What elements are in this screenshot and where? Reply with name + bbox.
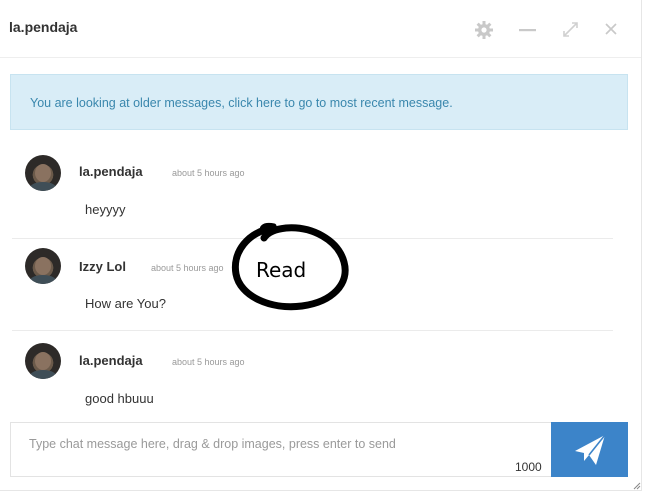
expand-icon[interactable] <box>561 21 581 44</box>
message-divider <box>12 330 613 331</box>
avatar[interactable] <box>25 155 61 191</box>
minimize-icon[interactable] <box>518 21 538 44</box>
avatar-face <box>35 352 51 370</box>
message-author[interactable]: la.pendaja <box>79 164 143 179</box>
message-time: about 5 hours ago <box>172 168 245 178</box>
avatar-face <box>35 164 51 182</box>
message-author[interactable]: la.pendaja <box>79 353 143 368</box>
close-icon[interactable] <box>604 22 618 41</box>
avatar[interactable] <box>25 248 61 284</box>
avatar-body <box>29 370 57 379</box>
avatar-body <box>29 275 57 284</box>
paper-plane-icon <box>575 434 606 465</box>
message-body: How are You? <box>85 296 166 311</box>
character-counter: 1000 <box>515 460 542 474</box>
message-author[interactable]: Izzy Lol <box>79 259 126 274</box>
read-annotation: Read <box>228 222 352 314</box>
avatar-body <box>29 182 57 191</box>
chat-header: la.pendaja <box>0 0 641 58</box>
message-body: heyyyy <box>85 202 126 217</box>
older-messages-alert[interactable]: You are looking at older messages, click… <box>10 74 628 130</box>
avatar-face <box>35 257 51 275</box>
chat-title: la.pendaja <box>9 19 78 35</box>
message-time: about 5 hours ago <box>151 263 224 273</box>
gear-icon[interactable] <box>474 20 494 45</box>
send-button[interactable] <box>551 422 628 477</box>
chat-composer: 1000 <box>10 422 628 477</box>
message-body: good hbuuu <box>85 391 154 406</box>
message-time: about 5 hours ago <box>172 357 245 367</box>
chat-message-input[interactable] <box>11 423 551 476</box>
read-annotation-label: Read <box>256 258 307 282</box>
resize-handle[interactable] <box>633 482 641 490</box>
chat-window: la.pendaja You are looking at older mess… <box>0 0 642 491</box>
avatar[interactable] <box>25 343 61 379</box>
